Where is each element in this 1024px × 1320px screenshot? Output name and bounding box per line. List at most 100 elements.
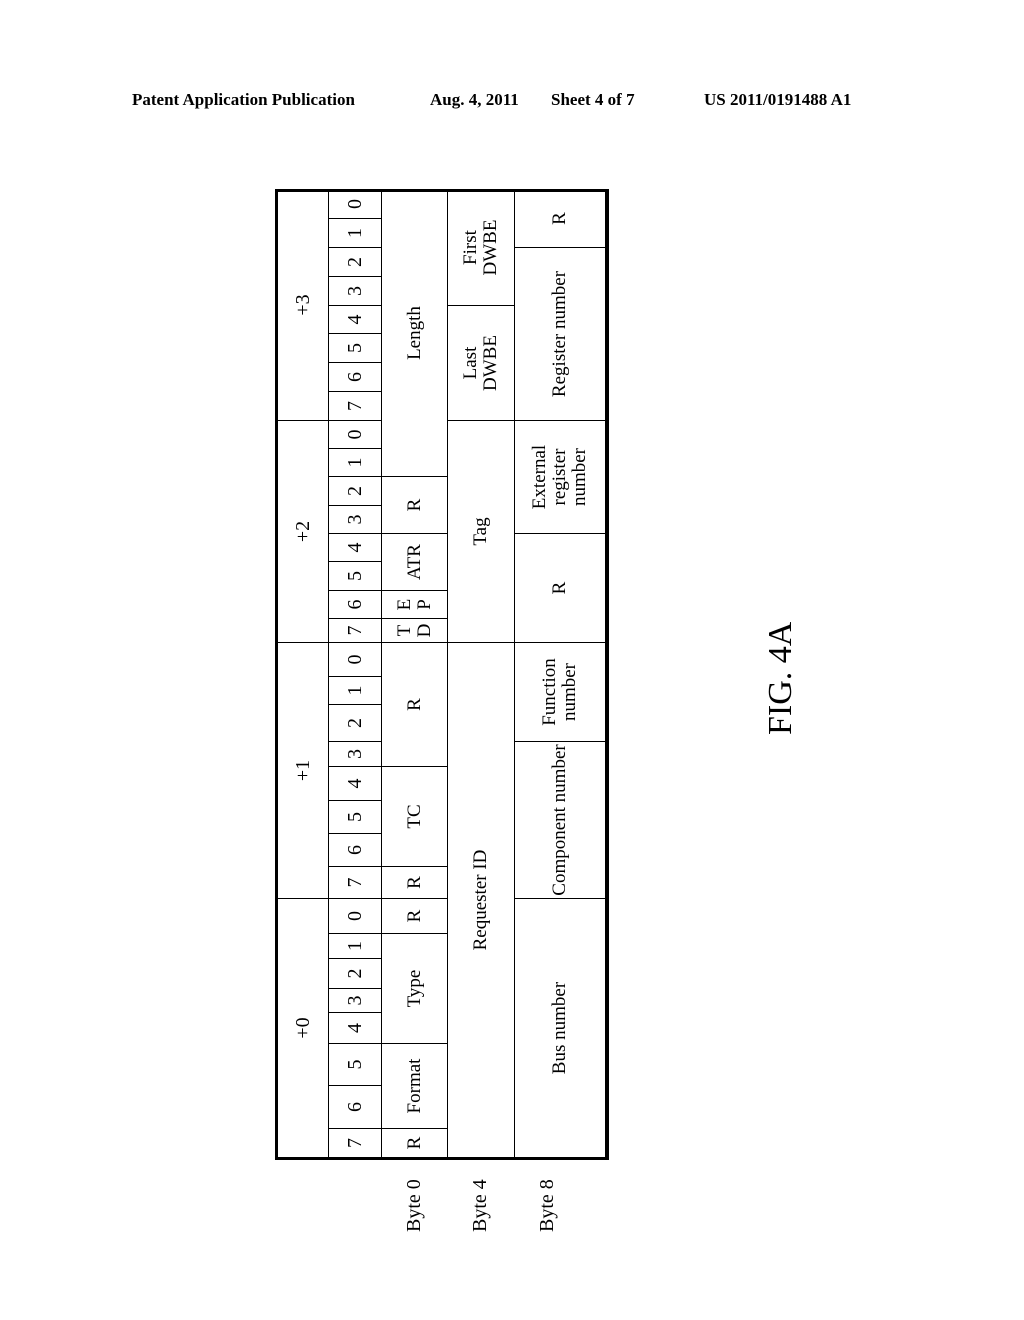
bit-number-cell-label: 0 [343,654,366,665]
bit-number-cell: 4 [329,1012,382,1043]
field-cell-label: Component number [549,744,571,896]
bit-number-cell: 4 [329,766,382,800]
field-cell-label: Function number [539,658,580,726]
field-cell: R [382,1128,448,1157]
bit-number-cell-label: 5 [343,812,366,822]
bit-number-cell: 0 [329,898,382,933]
field-cell-label: Bus number [549,981,571,1075]
bit-number-cell-label: 3 [343,514,366,525]
field-cell: Tag [448,420,515,642]
bit-number-cell: 1 [329,218,382,247]
bit-number-cell-label: 3 [343,286,366,296]
bit-number-cell: 4 [329,533,382,561]
field-cell: Length [382,189,448,476]
byte-offset-header: +1 [278,642,329,898]
field-cell: Requester ID [448,642,515,1157]
byte-offset-header-label: +0 [291,1017,314,1039]
field-cell-label: Requester ID [470,849,492,951]
bit-number-cell-label: 0 [343,199,366,209]
field-cell: R [515,189,606,247]
byte-offset-header: +2 [278,420,329,642]
field-cell: Function number [515,642,606,741]
bit-number-cell-label: 4 [343,314,366,325]
field-cell-label: R [403,498,425,512]
bit-number-cell: 3 [329,988,382,1012]
bit-number-cell-label: 6 [343,845,366,855]
field-cell: Component number [515,741,606,898]
figure-caption: FIG. 4A [762,621,799,735]
bit-number-cell: 4 [329,305,382,333]
field-cell-label: TC [403,804,425,829]
bit-number-cell-label: 7 [343,401,366,411]
bit-number-cell: 7 [329,1128,382,1157]
bit-number-cell: 0 [329,420,382,448]
field-cell: First DWBE [448,189,515,305]
bit-number-cell-label: 2 [343,486,366,496]
field-cell: External register number [515,420,606,533]
bit-number-cell: 5 [329,1043,382,1085]
field-cell-label: R [403,876,425,889]
bit-number-cell-label: 5 [343,571,366,581]
bit-number-cell: 6 [329,590,382,618]
bit-number-cell: 5 [329,561,382,590]
bit-number-cell: 6 [329,833,382,866]
field-cell-label: R [549,581,571,595]
bit-number-cell-label: 3 [343,749,366,759]
field-cell: TC [382,766,448,866]
bit-number-cell: 7 [329,866,382,898]
bit-number-cell-label: 6 [343,599,366,610]
field-cell: Format [382,1043,448,1128]
field-cell-label: R [549,212,571,225]
bit-number-cell-label: 7 [343,625,366,636]
bit-number-cell: 5 [329,333,382,362]
bit-number-cell: 6 [329,362,382,391]
bit-number-cell: 2 [329,247,382,276]
field-cell-label: ATR [403,544,425,580]
field-cell: T D [382,618,448,642]
bit-number-cell-label: 4 [343,1023,366,1033]
bit-number-cell: 7 [329,618,382,642]
bit-number-cell-label: 2 [343,718,366,728]
field-cell: Last DWBE [448,305,515,420]
row-label: Byte 8 [536,1179,558,1232]
bit-number-cell: 2 [329,958,382,988]
field-cell-label: External register number [529,444,590,510]
bit-number-cell: 7 [329,391,382,420]
bit-number-cell: 3 [329,741,382,766]
bit-number-cell-label: 1 [343,228,366,238]
bit-number-cell-label: 4 [343,778,366,789]
bit-number-cell-label: 1 [343,685,366,696]
byte-offset-header-label: +3 [291,294,314,316]
bit-number-cell-label: 5 [343,1059,366,1070]
field-cell-label: Length [403,306,425,360]
field-cell-label: T D [393,623,435,638]
bit-number-cell-label: 7 [343,877,366,888]
field-cell-label: First DWBE [460,219,501,276]
field-cell-label: R [403,909,425,923]
byte-offset-header-label: +2 [291,520,314,543]
field-cell-label: Format [403,1058,425,1114]
bit-number-cell: 3 [329,276,382,305]
field-cell: R [382,898,448,933]
bit-number-cell: 1 [329,676,382,704]
bit-number-cell-label: 6 [343,372,366,382]
sheet-number: Sheet 4 of 7 [551,90,635,109]
bit-number-cell-label: 2 [343,968,366,979]
field-cell: ATR [382,533,448,590]
bit-number-cell: 0 [329,189,382,218]
bit-number-cell-label: 5 [343,343,366,353]
row-label: Byte 0 [403,1179,425,1232]
field-cell: Bus number [515,898,606,1157]
bit-number-cell-label: 0 [343,911,366,921]
bit-number-cell: 1 [329,448,382,476]
bit-number-cell: 3 [329,505,382,533]
patent-number: US 2011/0191488 A1 [704,90,852,109]
bit-number-cell: 6 [329,1085,382,1128]
field-cell: Register number [515,247,606,420]
bit-number-cell-label: 6 [343,1102,366,1112]
bit-number-cell: 2 [329,704,382,741]
bit-number-cell-label: 4 [343,542,366,553]
bit-number-cell-label: 1 [343,457,366,468]
bit-number-cell-label: 3 [343,995,366,1006]
field-cell: R [382,866,448,898]
